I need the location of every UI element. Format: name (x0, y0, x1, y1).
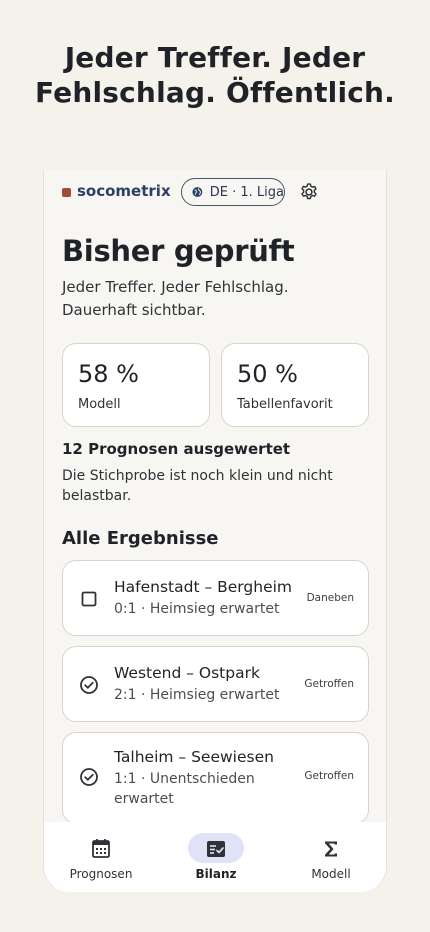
nav-label-prognosen: Prognosen (69, 867, 133, 881)
result-match: Hafenstadt – Bergheim (114, 578, 293, 596)
app-top-bar: socometrix DE · 1. Liga (44, 170, 386, 218)
league-selector-chip[interactable]: DE · 1. Liga (181, 178, 285, 206)
nav-label-modell: Modell (311, 867, 351, 881)
nav-item-bilanz[interactable]: Bilanz (159, 822, 273, 892)
result-detail: 2:1 · Heimsieg erwartet (114, 687, 280, 703)
nav-item-modell[interactable]: Modell (274, 822, 386, 892)
results-section-title: Alle Ergebnisse (62, 528, 219, 549)
promo-headline-line-1: Jeder Treffer. Jeder (64, 41, 366, 74)
result-card[interactable]: Hafenstadt – Bergheim 0:1 · Heimsieg erw… (62, 560, 369, 636)
empty-checkbox-icon (81, 591, 97, 607)
stat-label-table-favorite: Tabellenfavorit (237, 397, 333, 412)
sigma-icon (325, 841, 337, 857)
bottom-navigation: Prognosen Bilanz Modell (44, 822, 386, 892)
brand-logo-dot (62, 188, 71, 197)
result-match: Westend – Ostpark (114, 664, 260, 682)
result-status: Getroffen (304, 678, 354, 690)
globe-icon (192, 187, 203, 197)
stat-value-table-favorite: 50 % (237, 360, 298, 388)
calendar-icon (92, 839, 110, 858)
app-screen: socometrix DE · 1. Liga Bisher geprüft J… (43, 170, 387, 892)
league-label: DE · 1. Liga (209, 184, 284, 200)
result-card[interactable]: Westend – Ostpark 2:1 · Heimsieg erwarte… (62, 646, 369, 722)
result-status: Daneben (306, 592, 354, 604)
evaluation-note: Die Stichprobe ist noch klein und nicht … (62, 468, 333, 504)
promo-headline-line-2: Fehlschlag. Öffentlich. (34, 76, 396, 109)
result-status: Getroffen (304, 770, 354, 782)
stat-card-table-favorite: 50 % Tabellenfavorit (221, 343, 369, 427)
check-circle-icon (80, 676, 98, 694)
result-card[interactable]: Talheim – Seewiesen 1:1 · Unentschieden … (62, 732, 369, 824)
page-title: Bisher geprüft (62, 234, 295, 268)
result-detail: 0:1 · Heimsieg erwartet (114, 601, 280, 617)
gear-icon[interactable] (299, 182, 319, 202)
brand-name: socometrix (77, 182, 171, 200)
result-detail: 1:1 · Unentschieden erwartet (114, 771, 255, 807)
checklist-icon (207, 841, 225, 857)
result-match: Talheim – Seewiesen (114, 748, 274, 766)
stat-value-model: 58 % (78, 360, 139, 388)
page-subtitle: Jeder Treffer. Jeder Fehlschlag. Dauerha… (62, 278, 289, 319)
nav-item-prognosen[interactable]: Prognosen (44, 822, 158, 892)
evaluation-count: 12 Prognosen ausgewertet (62, 440, 291, 458)
stat-card-model: 58 % Modell (62, 343, 210, 427)
stat-label-model: Modell (78, 397, 121, 412)
nav-label-bilanz: Bilanz (195, 867, 237, 881)
promo-headline: Jeder Treffer. Jeder Fehlschlag. Öffentl… (0, 40, 430, 110)
check-circle-icon (80, 768, 98, 786)
